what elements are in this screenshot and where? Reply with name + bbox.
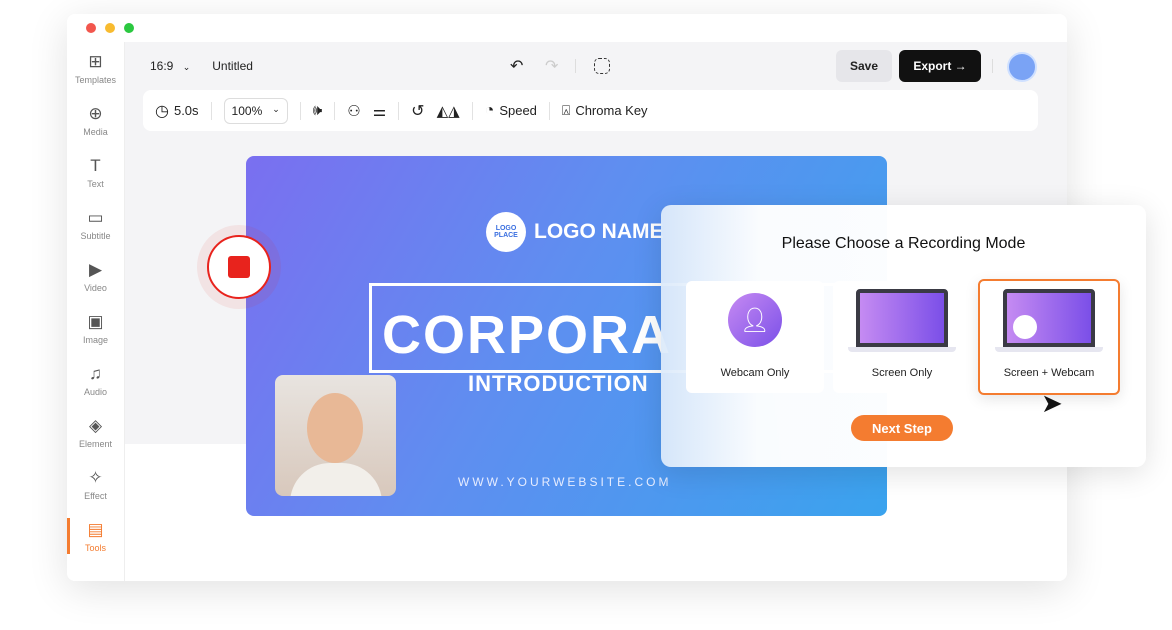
sidebar-item-label: Element (78, 438, 113, 449)
webcam-overlay-icon (1013, 315, 1037, 339)
divider (548, 101, 550, 120)
chroma-key-icon: ⍓ (561, 102, 571, 118)
duration-value: 5.0s (173, 103, 199, 118)
divider (210, 101, 212, 120)
chroma-key-label: Chroma Key (575, 103, 648, 118)
sidebar-item-label: Audio (83, 386, 108, 397)
sidebar-item-audio[interactable]: ♫ Audio (67, 354, 124, 406)
subhead: INTRODUCTION (468, 371, 649, 396)
sidebar-item-label: Video (84, 282, 107, 293)
undo-icon[interactable]: ↶ (510, 56, 523, 76)
zoom-value: 100% (231, 103, 263, 118)
clock-icon: ◷ (155, 102, 169, 120)
aspect-ratio-select[interactable]: 16:9 ⌄ (150, 59, 190, 73)
logo-name: LOGO NAME (534, 220, 664, 243)
volume-icon[interactable]: 🕪 (313, 102, 322, 119)
title-bar (67, 14, 1067, 42)
record-button[interactable] (207, 235, 271, 299)
sidebar-item-label: Image (82, 334, 108, 345)
sidebar-item-video[interactable]: ▶ Video (67, 250, 124, 302)
sidebar-item-templates[interactable]: ⊞ Templates (67, 42, 124, 94)
sidebar-item-element[interactable]: ◈ Element (67, 406, 124, 458)
logo-badge: LOGO PLACE (486, 212, 526, 252)
option-label: Screen Only (871, 367, 933, 379)
laptop-icon (848, 289, 956, 352)
save-button[interactable]: Save (836, 50, 892, 82)
flip-icon[interactable]: ◭◮ (437, 102, 460, 120)
option-screen-webcam[interactable]: Screen + Webcam (978, 279, 1120, 395)
media-icon: ⊕ (88, 103, 103, 123)
next-step-button[interactable]: Next Step (851, 415, 953, 441)
divider (575, 59, 576, 73)
audio-icon: ♫ (89, 363, 102, 383)
effect-icon: ✧ (88, 467, 103, 487)
website: WWW.YOURWEBSITE.COM (458, 475, 672, 489)
option-label: Webcam Only (720, 367, 790, 379)
option-webcam-only[interactable]: 👤︎ Webcam Only (686, 281, 824, 393)
headline: CORPORA (382, 305, 673, 365)
sidebar-item-label: Text (87, 178, 104, 189)
option-screen-only[interactable]: Screen Only (833, 281, 971, 393)
divider (398, 101, 400, 120)
sidebar-item-label: Subtitle (80, 230, 111, 241)
text-icon: T (90, 155, 101, 175)
sidebar-item-subtitle[interactable]: ▭ Subtitle (67, 198, 124, 250)
subtitle-icon: ▭ (87, 207, 104, 227)
speedometer-icon: ◔ (484, 101, 495, 119)
chevron-down-icon: ⌄ (272, 103, 280, 114)
sidebar-item-label: Media (83, 126, 108, 137)
chroma-key-button[interactable]: ⍓ Chroma Key (562, 102, 648, 119)
avatar[interactable] (1007, 52, 1037, 82)
speed-label: Speed (499, 103, 537, 118)
user-icon: 👤︎ (728, 293, 782, 347)
adjust-icon[interactable]: ⚌ (373, 102, 386, 120)
video-icon: ▶ (88, 259, 103, 279)
sidebar-item-text[interactable]: T Text (67, 146, 124, 198)
stop-icon (228, 256, 250, 278)
divider (334, 101, 336, 120)
chevron-down-icon: ⌄ (182, 62, 191, 72)
duration-button[interactable]: ◷ 5.0s (155, 101, 199, 121)
header: 16:9 ⌄ Untitled ↶ ↷ Save Export → (125, 42, 1067, 90)
minimize-window-button[interactable] (105, 23, 115, 33)
close-window-button[interactable] (86, 23, 96, 33)
maximize-window-button[interactable] (124, 23, 134, 33)
recording-mode-dialog: Please Choose a Recording Mode 👤︎ Webcam… (661, 205, 1146, 467)
speed-button[interactable]: ◔ Speed (485, 102, 537, 120)
rotate-icon[interactable]: ↺ (411, 101, 424, 121)
export-button[interactable]: Export → (899, 50, 981, 82)
templates-icon: ⊞ (88, 51, 103, 71)
project-title[interactable]: Untitled (212, 59, 253, 73)
divider (471, 101, 473, 120)
toolbar: ◷ 5.0s 100% ⌄ 🕪 ⚇ ⚌ ↺ ◭◮ ◔ Speed ⍓ Chroma Ke… (143, 90, 1038, 131)
sidebar: ⊞ Templates ⊕ Media T Text ▭ Subtitle ▶ Video ▣ Ima… (67, 42, 125, 581)
webcam-thumbnail[interactable] (275, 375, 396, 496)
divider (299, 101, 301, 120)
image-icon: ▣ (87, 311, 104, 331)
cursor-icon: ➤ (1041, 388, 1063, 418)
sidebar-item-label: Templates (74, 74, 117, 85)
laptop-webcam-icon (995, 289, 1103, 352)
sidebar-item-image[interactable]: ▣ Image (67, 302, 124, 354)
person-face (307, 393, 363, 463)
preview-icon[interactable] (594, 58, 610, 74)
element-icon: ◈ (88, 415, 103, 435)
sidebar-item-media[interactable]: ⊕ Media (67, 94, 124, 146)
redo-icon[interactable]: ↷ (545, 56, 558, 76)
sidebar-item-label: Effect (84, 490, 107, 501)
dialog-title: Please Choose a Recording Mode (781, 235, 1026, 252)
sidebar-item-tools[interactable]: ▤ Tools (67, 510, 124, 562)
sidebar-item-label: Tools (84, 542, 106, 553)
sidebar-item-effect[interactable]: ✧ Effect (67, 458, 124, 510)
zoom-select[interactable]: 100% ⌄ (223, 97, 288, 124)
aspect-ratio-value: 16:9 (150, 59, 174, 73)
tools-icon: ▤ (87, 519, 104, 539)
person-body (290, 463, 382, 496)
color-filter-icon[interactable]: ⚇ (347, 102, 360, 120)
divider (992, 59, 993, 73)
option-label: Screen + Webcam (1003, 367, 1095, 379)
